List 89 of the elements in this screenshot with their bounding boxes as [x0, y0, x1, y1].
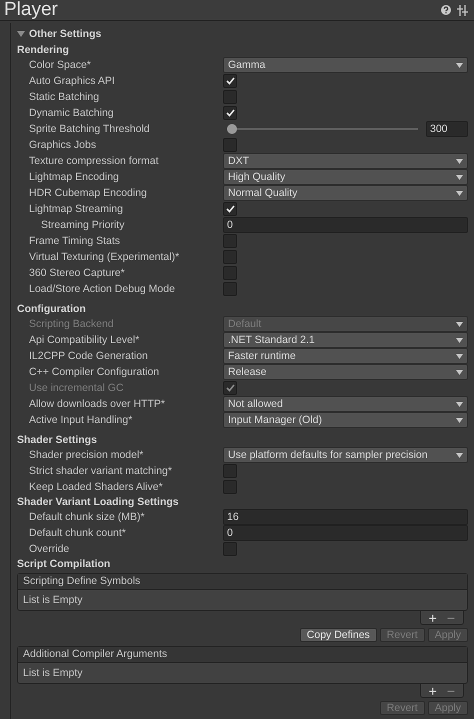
dropdown[interactable]: Normal Quality: [223, 185, 468, 201]
field-label: Load/Store Action Debug Mode: [29, 283, 176, 295]
number-field[interactable]: 0: [223, 217, 468, 233]
field-label: Graphics Jobs: [29, 139, 98, 151]
field-label: Allow downloads over HTTP*: [29, 398, 166, 410]
caret-icon: [456, 322, 463, 326]
dropdown[interactable]: DXT: [223, 153, 468, 169]
checkbox[interactable]: [223, 542, 237, 556]
caret-icon: [456, 370, 463, 374]
field-label: Sprite Batching Threshold: [29, 123, 151, 135]
caret-icon: [456, 402, 463, 406]
field-label: Default chunk size (MB)*: [29, 511, 146, 523]
caret-icon: [456, 62, 463, 68]
section-title: Script Compilation: [17, 557, 112, 571]
list-header: Scripting Define Symbols: [18, 574, 467, 590]
dropdown[interactable]: Not allowed: [223, 396, 468, 412]
caret-icon: [456, 338, 463, 342]
empty-list-text: List is Empty: [22, 666, 84, 681]
checkbox[interactable]: [223, 282, 237, 296]
foldout-title[interactable]: Other Settings: [29, 28, 102, 40]
field-label: Active Input Handling*: [29, 414, 134, 426]
checkbox[interactable]: [223, 202, 237, 216]
checkbox[interactable]: [223, 266, 237, 280]
field-label: 360 Stereo Capture*: [29, 267, 126, 279]
expanded-triangle-icon[interactable]: [17, 31, 25, 37]
checkbox[interactable]: [223, 90, 237, 104]
field-label: Use incremental GC: [29, 382, 125, 394]
empty-list-text: List is Empty: [22, 593, 84, 608]
number-field[interactable]: 0: [223, 525, 468, 541]
field-label: Lightmap Encoding: [29, 171, 120, 183]
caret-icon: [456, 418, 463, 422]
dropdown[interactable]: Use platform defaults for sampler precision: [223, 447, 468, 463]
add-button[interactable]: +: [428, 682, 437, 698]
field-label: Streaming Priority: [41, 219, 126, 231]
field-label: Color Space*: [29, 59, 92, 71]
dropdown[interactable]: Gamma: [223, 57, 468, 73]
checkbox[interactable]: [223, 234, 237, 248]
field-label: Default chunk count*: [29, 527, 127, 539]
action-button[interactable]: Copy Defines: [300, 628, 377, 642]
add-button[interactable]: +: [428, 610, 437, 626]
field-label: Dynamic Batching: [29, 107, 115, 119]
field-label: Scripting Backend: [29, 318, 115, 330]
field-label: Lightmap Streaming: [29, 203, 124, 215]
checkbox[interactable]: [223, 480, 237, 494]
field-label: C++ Compiler Configuration: [29, 366, 160, 378]
checkbox[interactable]: [223, 250, 237, 264]
help-icon[interactable]: [441, 5, 451, 15]
field-label: Auto Graphics API: [29, 75, 116, 87]
field-label: Frame Timing Stats: [29, 235, 122, 247]
number-field[interactable]: 16: [223, 509, 468, 525]
slider-thumb[interactable]: [227, 124, 237, 134]
checkmark-icon: [226, 109, 234, 117]
dropdown[interactable]: High Quality: [223, 169, 468, 185]
dropdown[interactable]: Faster runtime: [223, 348, 468, 364]
dropdown[interactable]: Input Manager (Old): [223, 412, 468, 428]
dropdown[interactable]: .NET Standard 2.1: [223, 332, 468, 348]
checkbox[interactable]: [223, 464, 237, 478]
checkmark-icon: [226, 384, 234, 392]
checkbox[interactable]: [223, 106, 237, 120]
number-field[interactable]: 300: [426, 121, 468, 137]
section-title: Rendering: [17, 43, 70, 57]
list-header: Additional Compiler Arguments: [18, 647, 467, 663]
field-label: Api Compatibility Level*: [29, 334, 140, 346]
checkmark-icon: [226, 77, 234, 85]
field-label: Static Batching: [29, 91, 100, 103]
section-title: Shader Settings: [17, 433, 98, 447]
checkbox[interactable]: [223, 74, 237, 88]
field-label: Override: [29, 543, 70, 555]
field-label: IL2CPP Code Generation: [29, 350, 149, 362]
caret-icon: [456, 452, 463, 458]
caret-icon: [456, 158, 463, 164]
field-label: Texture compression format: [29, 155, 160, 167]
remove-button[interactable]: −: [446, 682, 455, 698]
checkbox[interactable]: [223, 138, 237, 152]
field-label: Virtual Texturing (Experimental)*: [29, 251, 180, 263]
caret-icon: [456, 354, 463, 358]
section-title: Shader Variant Loading Settings: [17, 495, 180, 509]
field-label: Shader precision model*: [29, 449, 144, 461]
field-label: Keep Loaded Shaders Alive*: [29, 481, 164, 493]
checkmark-icon: [226, 205, 234, 213]
remove-button[interactable]: −: [446, 610, 455, 626]
window-title: Player: [4, 0, 58, 21]
caret-icon: [456, 174, 463, 180]
field-label: Strict shader variant matching*: [29, 465, 173, 477]
sliders-icon[interactable]: [457, 4, 468, 16]
dropdown[interactable]: Release: [223, 364, 468, 380]
caret-icon: [456, 190, 463, 196]
section-title: Configuration: [17, 302, 87, 316]
field-label: HDR Cubemap Encoding: [29, 187, 148, 199]
